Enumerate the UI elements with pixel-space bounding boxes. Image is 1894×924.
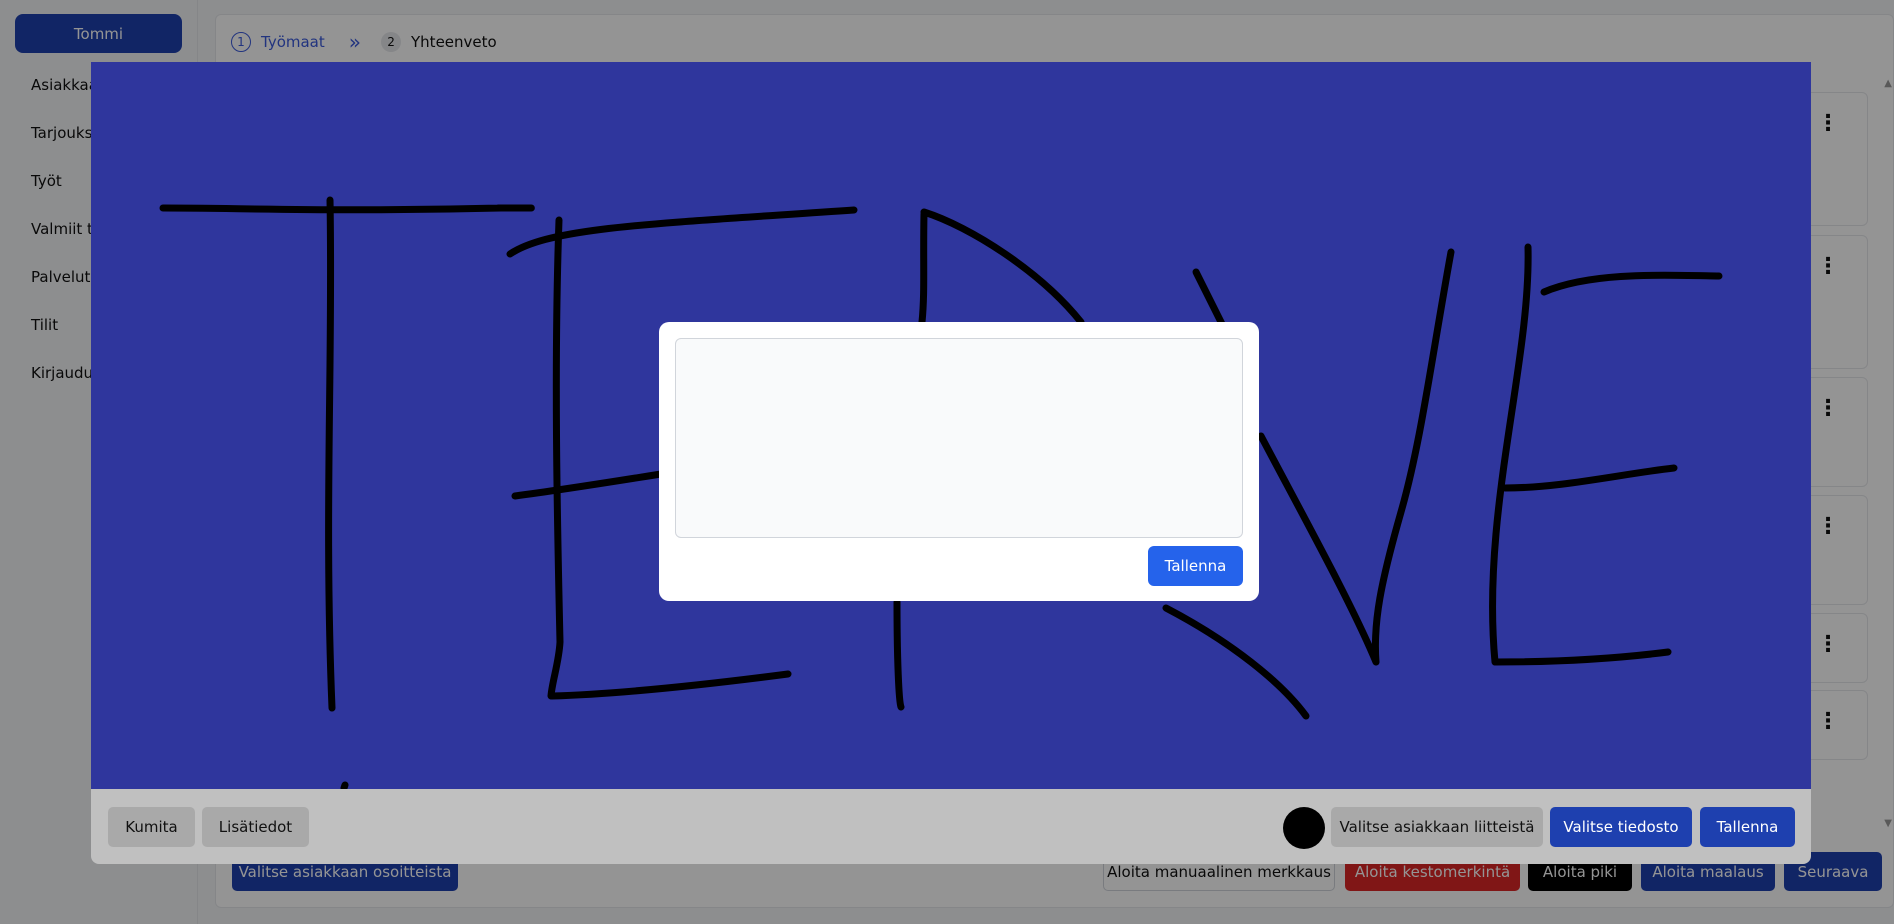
stroke-r-leg [1162,604,1310,720]
stroke-p-lower-stem [893,598,905,711]
erase-button[interactable]: Kumita [108,807,195,847]
select-file-button[interactable]: Valitse tiedosto [1550,807,1692,847]
stroke-e-mid [511,470,665,500]
save-drawing-button[interactable]: Tallenna [1700,807,1795,847]
stroke-e2-bottom [1492,648,1672,666]
select-customer-attachments-button[interactable]: Valitse asiakkaan liitteistä [1331,807,1543,847]
stroke-dot [340,781,349,789]
stroke-e2-stem [1489,243,1532,666]
stroke-p-stem [918,210,928,326]
stroke-t-stem [325,196,336,712]
details-button[interactable]: Lisätiedot [202,807,309,847]
details-textarea[interactable] [675,338,1243,538]
stroke-e2-mid [1501,464,1678,492]
stroke-n-diag [1257,248,1455,666]
drawing-toolbar: Kumita Lisätiedot Valitse asiakkaan liit… [91,789,1811,864]
stroke-e-stem [547,216,564,700]
pen-color-picker[interactable] [1283,807,1325,849]
stroke-e-bottom [548,670,792,700]
save-details-button[interactable]: Tallenna [1148,546,1243,586]
stroke-p-bowl [920,208,1085,326]
stroke-t-bar [159,204,535,214]
stroke-e2-top [1540,271,1723,296]
details-dialog: Tallenna [659,322,1259,601]
